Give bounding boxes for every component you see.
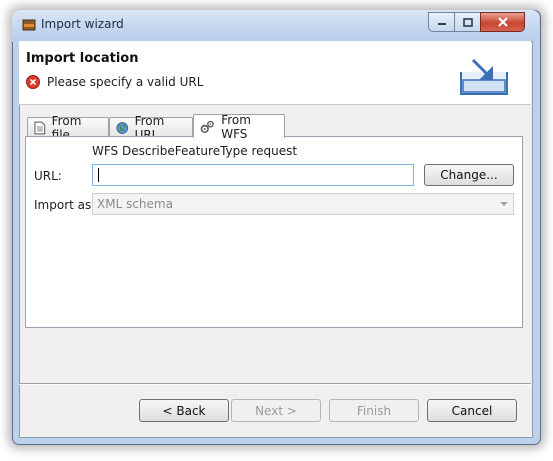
tab-label: From WFS	[221, 112, 251, 141]
tab-from-file[interactable]: From file	[27, 114, 109, 142]
footer-divider	[19, 383, 531, 385]
window-controls	[428, 12, 525, 32]
request-type-label: WFS DescribeFeatureType request	[92, 144, 298, 158]
window-title: Import wizard	[41, 17, 124, 31]
file-icon	[34, 121, 46, 134]
maximize-icon	[462, 17, 473, 27]
globe-icon	[116, 121, 129, 134]
minimize-icon	[437, 23, 446, 25]
chevron-down-icon	[500, 202, 508, 206]
tab-from-url[interactable]: From URL	[109, 114, 193, 142]
error-message: Please specify a valid URL	[47, 75, 204, 89]
minimize-button[interactable]	[428, 12, 454, 32]
close-button[interactable]	[480, 12, 525, 32]
url-label: URL:	[34, 169, 62, 183]
maximize-button[interactable]	[454, 12, 480, 32]
url-input[interactable]	[92, 164, 414, 186]
finish-button[interactable]: Finish	[329, 399, 419, 422]
back-button[interactable]: < Back	[139, 399, 229, 422]
import-banner-icon	[460, 58, 508, 95]
cancel-button[interactable]: Cancel	[427, 399, 517, 422]
text-cursor	[98, 168, 99, 182]
tab-from-wfs[interactable]: From WFS	[193, 112, 285, 141]
import-as-select[interactable]: XML schema	[92, 193, 514, 215]
change-button[interactable]: Change...	[424, 164, 514, 186]
import-as-label: Import as	[34, 198, 92, 212]
import-as-value: XML schema	[97, 197, 173, 211]
close-icon	[497, 17, 508, 27]
error-icon	[26, 75, 40, 89]
page-title: Import location	[26, 51, 139, 66]
next-button[interactable]: Next >	[231, 399, 321, 422]
gears-icon	[200, 120, 214, 133]
app-icon	[22, 19, 36, 31]
